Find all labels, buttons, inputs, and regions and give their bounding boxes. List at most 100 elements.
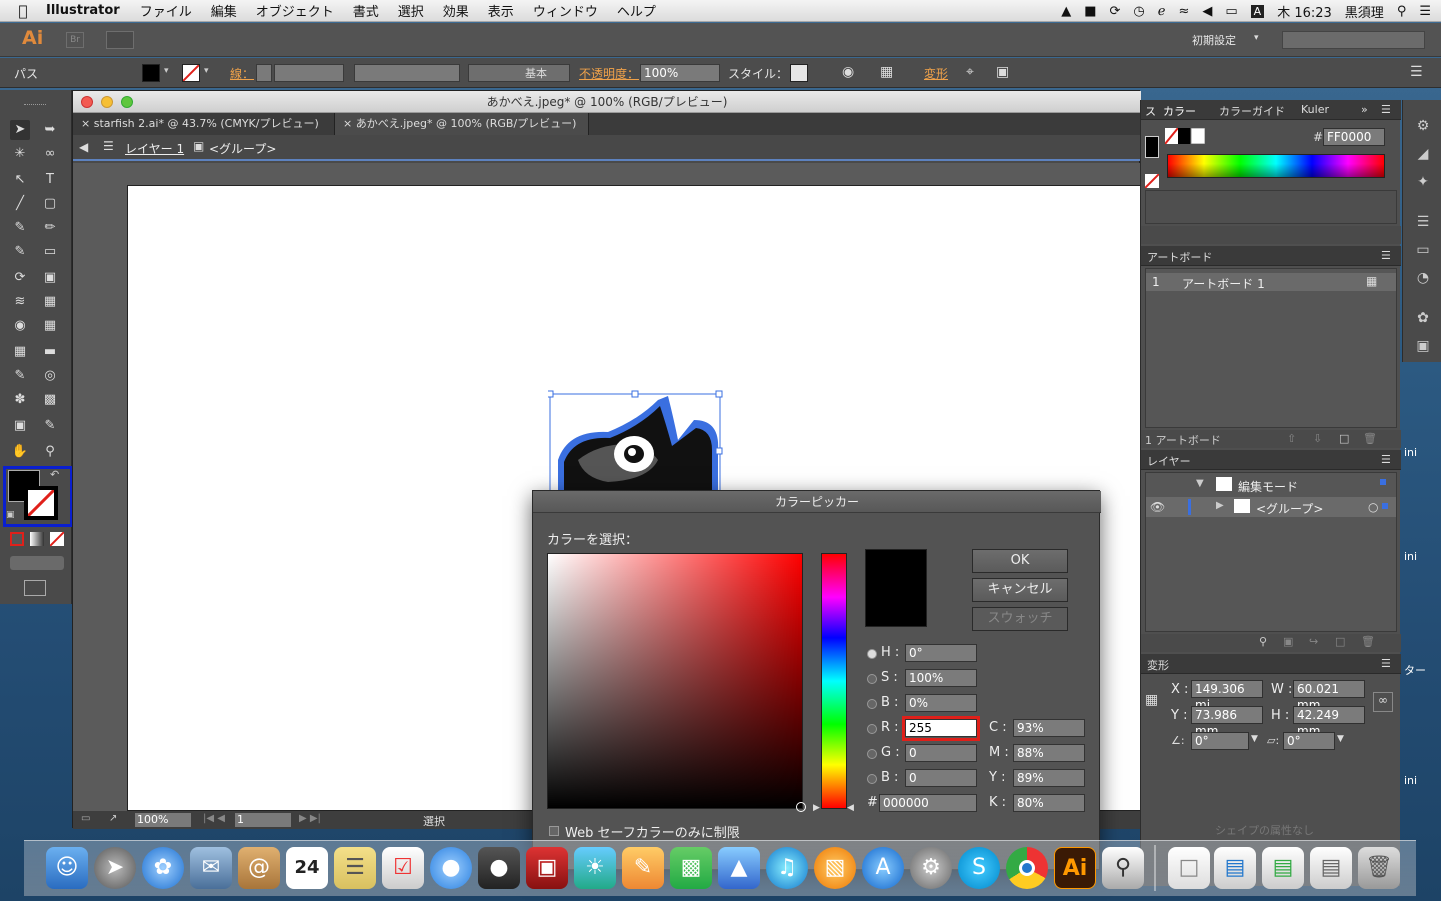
- links-panel-icon[interactable]: ▣: [1413, 336, 1433, 356]
- itunes-icon[interactable]: ♫: [766, 847, 808, 889]
- screen-mode-button[interactable]: [24, 580, 46, 596]
- gradient-panel-icon[interactable]: ▭: [1413, 240, 1433, 260]
- color-spectrum-bar[interactable]: [1167, 154, 1385, 178]
- opacity-label[interactable]: 不透明度：: [579, 65, 639, 82]
- notes-icon[interactable]: ☰: [334, 847, 376, 889]
- blob-brush-tool-icon[interactable]: ✎: [10, 242, 30, 262]
- spotlight-icon[interactable]: ⚲: [1397, 4, 1407, 19]
- breadcrumb-group[interactable]: <グループ>: [209, 140, 276, 157]
- target-circle-icon[interactable]: ○: [1368, 500, 1378, 514]
- chevron-down-icon[interactable]: ▾: [164, 66, 169, 76]
- last-page-icon[interactable]: ▶ ▶|: [299, 813, 321, 824]
- reference-point-icon[interactable]: ▦: [1145, 692, 1158, 708]
- app-store-icon[interactable]: A: [862, 847, 904, 889]
- tab-color[interactable]: カラー: [1163, 103, 1196, 119]
- default-colors-icon[interactable]: ▣: [6, 510, 15, 520]
- bluetooth-icon[interactable]: ℯ: [1158, 4, 1166, 19]
- menu-type[interactable]: 書式: [353, 1, 379, 20]
- chrome-icon[interactable]: [1006, 847, 1048, 889]
- shape-builder-tool-icon[interactable]: ◉: [10, 316, 30, 336]
- desktop-label[interactable]: ター: [1404, 662, 1426, 678]
- calendar-icon[interactable]: 24: [286, 847, 328, 889]
- time-machine-icon[interactable]: ◷: [1133, 4, 1144, 19]
- menu-edit[interactable]: 編集: [211, 1, 237, 20]
- new-artboard-icon[interactable]: □: [1339, 432, 1349, 445]
- trash-icon[interactable]: 🗑: [1363, 432, 1377, 445]
- menu-select[interactable]: 選択: [398, 1, 424, 20]
- artboards-title[interactable]: アートボード: [1147, 249, 1212, 265]
- transform-label[interactable]: 変形: [924, 65, 948, 82]
- folder-stack-icon[interactable]: ▤: [1262, 847, 1304, 889]
- eyedropper-tool-icon[interactable]: ✎: [10, 366, 30, 386]
- shear-angle-input[interactable]: 0°: [1283, 732, 1335, 750]
- blue-radio[interactable]: [867, 774, 877, 784]
- pencil-tool-icon[interactable]: ✏: [40, 218, 60, 238]
- expand-triangle-icon[interactable]: ▶: [1216, 500, 1224, 511]
- clipping-mask-icon[interactable]: ▣: [1283, 635, 1293, 648]
- reminders-icon[interactable]: ☑: [382, 847, 424, 889]
- black-input[interactable]: 80%: [1013, 794, 1085, 812]
- web-safe-checkbox[interactable]: [549, 826, 559, 836]
- symbol-sprayer-tool-icon[interactable]: ✽: [10, 390, 30, 410]
- red-input[interactable]: 255: [905, 719, 977, 737]
- cancel-button[interactable]: キャンセル: [972, 578, 1068, 602]
- download-stack-icon[interactable]: ▤: [1214, 847, 1256, 889]
- green-radio[interactable]: [867, 749, 877, 759]
- expand-triangle-icon[interactable]: ▼: [1196, 478, 1204, 489]
- green-input[interactable]: 0: [905, 744, 977, 762]
- rotate-tool-icon[interactable]: ⟳: [10, 268, 30, 288]
- symbols-icon[interactable]: ◢: [1413, 144, 1433, 164]
- swatches-tab-stub[interactable]: ス: [1145, 103, 1156, 119]
- battery-icon[interactable]: ▭: [1225, 4, 1237, 19]
- clock[interactable]: 木 16:23: [1277, 2, 1332, 21]
- double-chevron-icon[interactable]: »: [1361, 103, 1368, 116]
- panel-menu-icon[interactable]: ☰: [1381, 657, 1391, 670]
- stroke-color-box[interactable]: [24, 486, 58, 520]
- artboard-tool-icon[interactable]: ▣: [10, 416, 30, 436]
- new-layer-icon[interactable]: □: [1335, 635, 1345, 648]
- color-none-proxy[interactable]: [1144, 173, 1160, 189]
- x-position-input[interactable]: 149.306 mi: [1191, 680, 1263, 712]
- artboard-options-icon[interactable]: ▦: [1366, 274, 1377, 288]
- stroke-label[interactable]: 線：: [230, 65, 254, 82]
- magenta-input[interactable]: 88%: [1013, 744, 1085, 762]
- hex-input[interactable]: 000000: [879, 794, 977, 812]
- brightness-input[interactable]: 0%: [905, 694, 977, 712]
- desktop-label[interactable]: ini: [1404, 446, 1417, 459]
- slice-tool-icon[interactable]: ✎: [40, 416, 60, 436]
- arrange-documents-button[interactable]: [106, 31, 134, 49]
- minimize-window-button[interactable]: [101, 96, 113, 108]
- back-arrow-icon[interactable]: ◀: [79, 140, 88, 154]
- menu-help[interactable]: ヘルプ: [617, 1, 656, 20]
- color-field-cursor[interactable]: [796, 802, 806, 812]
- preview-icon[interactable]: ⚲: [1102, 847, 1144, 889]
- gradient-mode-button[interactable]: [30, 532, 44, 546]
- chevron-down-icon[interactable]: ▼: [1337, 734, 1344, 744]
- hand-tool-icon[interactable]: ✋: [10, 442, 30, 462]
- appearance-icon[interactable]: ⚙: [1413, 116, 1433, 136]
- close-icon[interactable]: ×: [81, 117, 94, 130]
- brush-profile-select[interactable]: 基本: [468, 64, 570, 82]
- share-icon[interactable]: ↗: [109, 813, 117, 824]
- new-sublayer-icon[interactable]: ↪: [1309, 635, 1318, 648]
- notification-center-icon[interactable]: ☰: [1419, 4, 1431, 19]
- menu-effect[interactable]: 効果: [443, 1, 469, 20]
- close-window-button[interactable]: [81, 96, 93, 108]
- isolate-icon[interactable]: ⌖: [966, 64, 974, 80]
- free-transform-tool-icon[interactable]: ▦: [40, 292, 60, 312]
- gradient-tool-icon[interactable]: ▬: [40, 342, 60, 362]
- numbers-icon[interactable]: ▩: [670, 847, 712, 889]
- blue-input[interactable]: 0: [905, 769, 977, 787]
- menu-app-name[interactable]: Illustrator: [46, 3, 120, 18]
- height-input[interactable]: 42.249 mm: [1293, 706, 1365, 738]
- align-icon[interactable]: ▦: [880, 64, 893, 80]
- saturation-input[interactable]: 100%: [905, 669, 977, 687]
- yellow-input[interactable]: 89%: [1013, 769, 1085, 787]
- stroke-weight-input[interactable]: [274, 64, 344, 82]
- quick-swatches[interactable]: [1164, 127, 1206, 145]
- artboard-number-input[interactable]: 1: [235, 813, 291, 827]
- mail-icon[interactable]: ✉: [190, 847, 232, 889]
- menu-file[interactable]: ファイル: [140, 1, 192, 20]
- ibooks-icon[interactable]: ▧: [814, 847, 856, 889]
- selection-marker[interactable]: [1382, 503, 1388, 509]
